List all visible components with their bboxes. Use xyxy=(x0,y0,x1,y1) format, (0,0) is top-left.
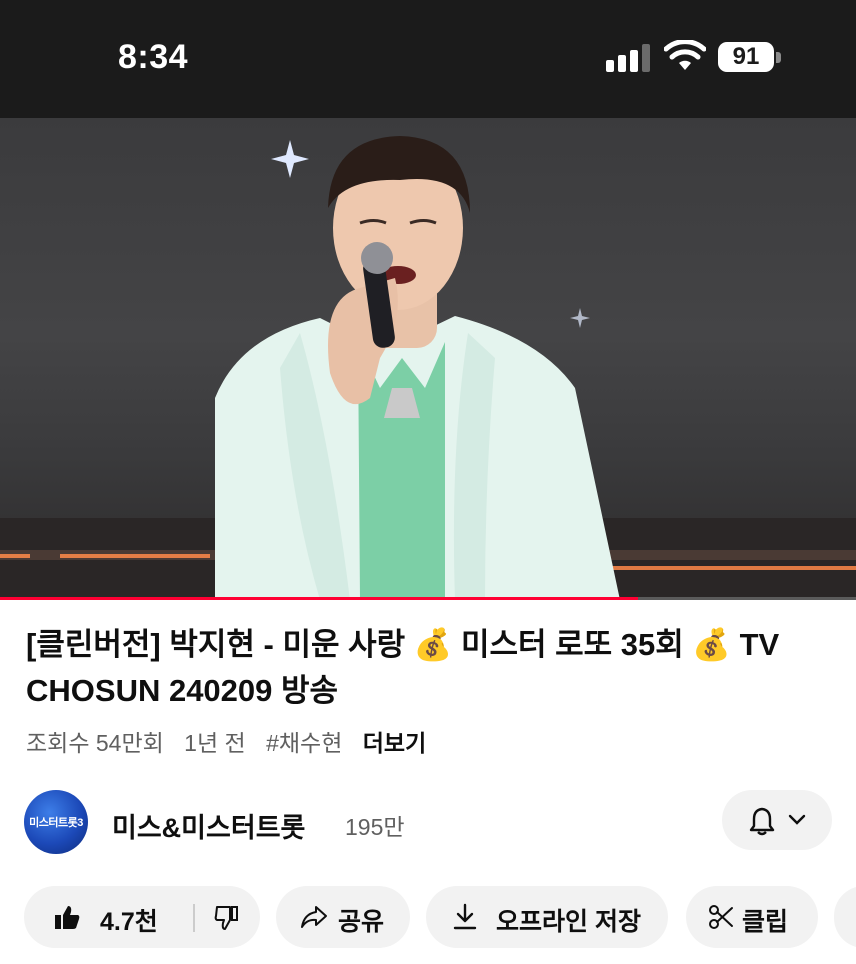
action-bar: 4.7천 공유 오프라인 저장 클립 xyxy=(0,886,856,950)
more-actions-button[interactable] xyxy=(834,886,856,948)
avatar-logo-text: 미스터트롯3 xyxy=(29,817,83,829)
download-label: 오프라인 저장 xyxy=(496,908,641,936)
video-info-panel: [클린버전] 박지현 - 미운 사랑 💰 미스터 로또 35회 💰 TV CHO… xyxy=(0,600,856,964)
share-label: 공유 xyxy=(338,908,385,936)
video-player[interactable] xyxy=(0,118,856,600)
notification-bell-button[interactable] xyxy=(722,790,832,850)
video-meta[interactable]: 조회수 54만회 1년 전 #채수현 더보기 xyxy=(26,724,440,758)
download-button[interactable]: 오프라인 저장 xyxy=(426,886,668,948)
more-button[interactable]: 더보기 xyxy=(363,730,426,756)
status-time: 8:34 xyxy=(118,38,189,76)
channel-name[interactable]: 미스&미스터트롯 xyxy=(112,806,305,845)
subscriber-count: 195만 xyxy=(345,814,405,840)
like-divider xyxy=(193,904,195,932)
thumbs-up-icon xyxy=(55,906,80,929)
status-bar: 8:34 91 xyxy=(0,0,856,118)
battery-nub xyxy=(776,52,781,63)
download-icon xyxy=(453,903,477,930)
channel-row[interactable]: 미스터트롯3 미스&미스터트롯 195만 xyxy=(0,786,856,858)
like-count: 4.7천 xyxy=(100,908,158,936)
view-count: 조회수 54만회 xyxy=(26,730,164,756)
signal-icon xyxy=(606,44,650,72)
like-button[interactable]: 4.7천 xyxy=(24,886,184,948)
clip-button[interactable]: 클립 xyxy=(686,886,818,948)
video-frame xyxy=(0,136,856,600)
like-dislike-group: 4.7천 xyxy=(24,886,260,948)
wifi-icon xyxy=(664,40,706,70)
thumbs-down-icon xyxy=(214,906,238,930)
share-icon xyxy=(301,906,327,928)
clip-label: 클립 xyxy=(742,908,789,936)
dislike-button[interactable] xyxy=(198,886,260,948)
hashtag-link[interactable]: #채수현 xyxy=(266,730,342,756)
bell-icon xyxy=(749,807,775,836)
upload-age: 1년 전 xyxy=(184,730,246,756)
share-button[interactable]: 공유 xyxy=(276,886,410,948)
channel-avatar[interactable]: 미스터트롯3 xyxy=(24,790,88,854)
chevron-down-icon xyxy=(788,814,806,825)
scissors-icon xyxy=(709,905,733,929)
video-title[interactable]: [클린버전] 박지현 - 미운 사랑 💰 미스터 로또 35회 💰 TV CHO… xyxy=(26,622,826,714)
battery-icon: 91 xyxy=(718,42,774,72)
